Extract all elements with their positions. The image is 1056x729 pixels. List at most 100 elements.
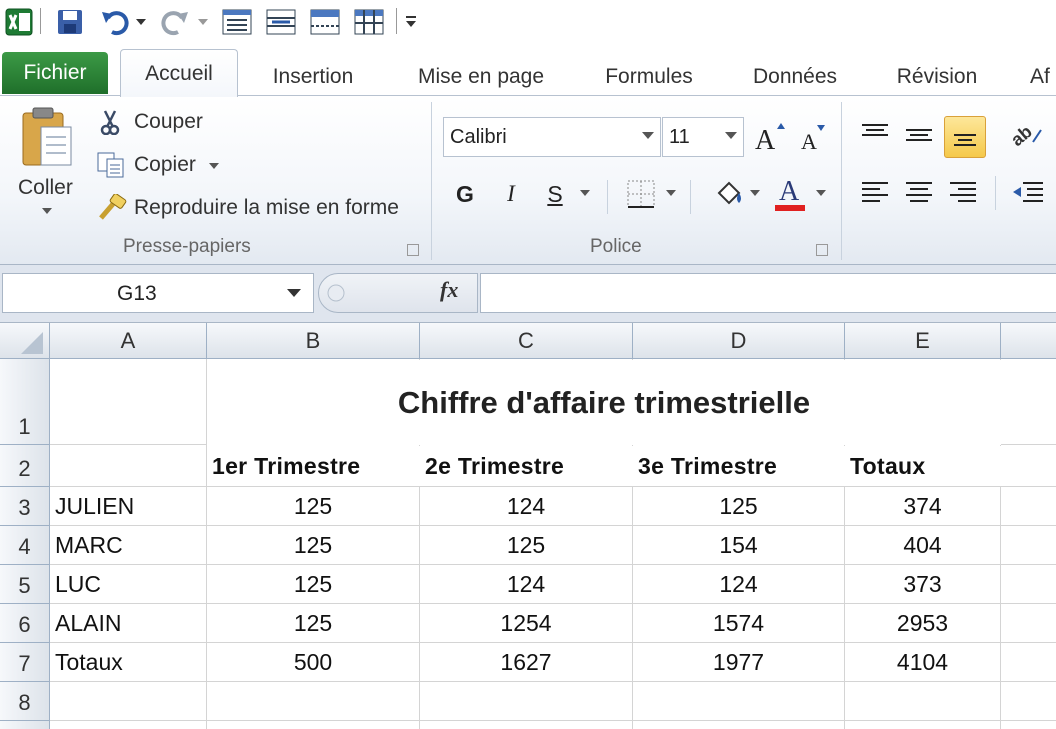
row-header-4[interactable]: 4 xyxy=(0,526,50,565)
copy-icon[interactable] xyxy=(96,151,126,179)
select-all-corner[interactable] xyxy=(0,323,50,359)
sheet-title-cell[interactable]: Chiffre d'affaire trimestrielle xyxy=(207,360,1001,445)
column-header-b[interactable]: B xyxy=(207,323,420,359)
value-cell-c4[interactable]: 125 xyxy=(420,526,632,564)
name-box[interactable]: G13 xyxy=(2,273,314,313)
clipboard-launcher-icon[interactable] xyxy=(407,244,419,256)
align-middle-icon[interactable] xyxy=(902,118,936,152)
value-cell-d5[interactable]: 124 xyxy=(633,565,844,603)
paste-label[interactable]: Coller xyxy=(18,176,73,200)
align-top-icon[interactable] xyxy=(858,118,892,148)
align-right-icon[interactable] xyxy=(946,178,980,208)
paste-dropdown-icon[interactable] xyxy=(40,206,54,216)
value-cell-c6[interactable]: 1254 xyxy=(420,604,632,642)
tab-file[interactable]: Fichier xyxy=(2,52,108,94)
font-size-dropdown-icon[interactable] xyxy=(725,132,737,139)
total-cell-e3[interactable]: 374 xyxy=(845,487,1000,525)
formula-input[interactable] xyxy=(480,273,1056,313)
header-cell-b2[interactable]: 1er Trimestre xyxy=(212,446,360,486)
spreadsheet-grid[interactable]: A B C D E 1 2 3 4 5 6 7 8 Chiffre d'affa… xyxy=(0,323,1056,729)
tab-donnees[interactable]: Données xyxy=(744,58,846,96)
font-launcher-icon[interactable] xyxy=(816,244,828,256)
format-painter-icon[interactable] xyxy=(96,193,128,223)
tab-revision[interactable]: Révision xyxy=(888,58,986,96)
table-icon[interactable] xyxy=(352,6,386,38)
redo-icon[interactable] xyxy=(158,6,192,38)
font-name-dropdown-icon[interactable] xyxy=(642,132,654,139)
undo-dropdown-icon[interactable] xyxy=(134,6,148,38)
paste-icon[interactable] xyxy=(16,104,78,170)
align-bottom-icon[interactable] xyxy=(944,116,986,158)
insert-rows-icon[interactable] xyxy=(264,6,298,38)
border-icon[interactable] xyxy=(308,6,342,38)
value-cell-c5[interactable]: 124 xyxy=(420,565,632,603)
value-cell-b7[interactable]: 500 xyxy=(207,643,419,681)
value-cell-c3[interactable]: 124 xyxy=(420,487,632,525)
align-center-icon[interactable] xyxy=(902,178,936,208)
total-cell-e5[interactable]: 373 xyxy=(845,565,1000,603)
row-header-9[interactable] xyxy=(0,721,50,729)
scissors-icon[interactable] xyxy=(96,108,124,136)
column-header-d[interactable]: D xyxy=(633,323,845,359)
column-header-f[interactable] xyxy=(1001,323,1056,359)
row-header-2[interactable]: 2 xyxy=(0,445,50,487)
customize-qat-icon[interactable] xyxy=(402,6,420,38)
value-cell-d3[interactable]: 125 xyxy=(633,487,844,525)
font-size-combo[interactable]: 11 xyxy=(662,117,744,157)
borders-dropdown-icon[interactable] xyxy=(664,188,678,198)
tab-formules[interactable]: Formules xyxy=(596,58,702,96)
name-cell-a3[interactable]: JULIEN xyxy=(55,487,134,525)
copy-dropdown-icon[interactable] xyxy=(208,162,220,170)
fill-color-dropdown-icon[interactable] xyxy=(748,188,762,198)
tab-accueil[interactable]: Accueil xyxy=(120,49,238,97)
total-cell-e7[interactable]: 4104 xyxy=(845,643,1000,681)
font-name-combo[interactable]: Calibri xyxy=(443,117,661,157)
name-cell-a5[interactable]: LUC xyxy=(55,565,101,603)
decrease-indent-icon[interactable] xyxy=(1010,178,1046,208)
shrink-font-icon[interactable]: A xyxy=(796,122,828,154)
undo-icon[interactable] xyxy=(98,6,132,38)
header-cell-c2[interactable]: 2e Trimestre xyxy=(425,446,564,486)
row-header-7[interactable]: 7 xyxy=(0,643,50,682)
value-cell-d7[interactable]: 1977 xyxy=(633,643,844,681)
total-cell-e6[interactable]: 2953 xyxy=(845,604,1000,642)
value-cell-b4[interactable]: 125 xyxy=(207,526,419,564)
row-header-5[interactable]: 5 xyxy=(0,565,50,604)
column-header-c[interactable]: C xyxy=(420,323,633,359)
borders-icon[interactable] xyxy=(624,178,658,210)
row-header-8[interactable]: 8 xyxy=(0,682,50,721)
value-cell-b5[interactable]: 125 xyxy=(207,565,419,603)
underline-dropdown-icon[interactable] xyxy=(578,188,592,198)
orientation-icon[interactable]: ab xyxy=(1010,120,1046,150)
tab-insertion[interactable]: Insertion xyxy=(262,58,364,96)
align-left-icon[interactable] xyxy=(858,178,892,208)
column-header-e[interactable]: E xyxy=(845,323,1001,359)
value-cell-c7[interactable]: 1627 xyxy=(420,643,632,681)
bold-button[interactable]: G xyxy=(450,176,480,212)
cut-label[interactable]: Couper xyxy=(134,110,203,134)
header-cell-d2[interactable]: 3e Trimestre xyxy=(638,446,777,486)
total-cell-e4[interactable]: 404 xyxy=(845,526,1000,564)
value-cell-d4[interactable]: 154 xyxy=(633,526,844,564)
column-header-a[interactable]: A xyxy=(50,323,207,359)
redo-dropdown-icon[interactable] xyxy=(196,6,210,38)
name-cell-a6[interactable]: ALAIN xyxy=(55,604,121,642)
underline-button[interactable]: S xyxy=(540,176,570,212)
save-icon[interactable] xyxy=(54,6,86,38)
italic-button[interactable]: I xyxy=(496,176,526,212)
row-header-6[interactable]: 6 xyxy=(0,604,50,643)
tab-affichage[interactable]: Af xyxy=(1030,58,1056,96)
value-cell-b6[interactable]: 125 xyxy=(207,604,419,642)
font-color-dropdown-icon[interactable] xyxy=(814,188,828,198)
tab-mise-en-page[interactable]: Mise en page xyxy=(406,58,556,96)
name-box-dropdown-icon[interactable] xyxy=(287,289,301,297)
format-painter-label[interactable]: Reproduire la mise en forme xyxy=(134,196,399,220)
row-header-3[interactable]: 3 xyxy=(0,487,50,526)
value-cell-b3[interactable]: 125 xyxy=(207,487,419,525)
fill-color-icon[interactable] xyxy=(712,176,746,210)
excel-logo-icon[interactable] xyxy=(4,6,34,38)
font-color-icon[interactable]: A xyxy=(772,174,808,214)
row-header-1[interactable]: 1 xyxy=(0,359,50,445)
name-cell-a4[interactable]: MARC xyxy=(55,526,123,564)
value-cell-d6[interactable]: 1574 xyxy=(633,604,844,642)
